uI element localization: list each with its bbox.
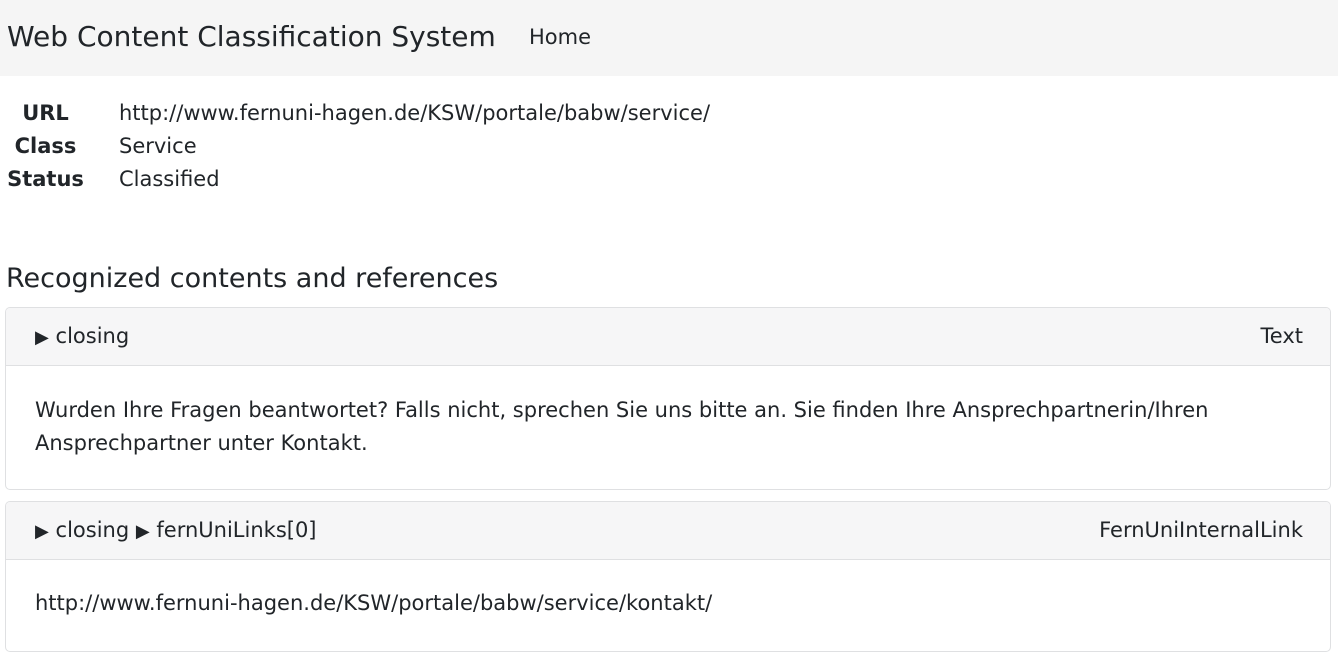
triangle-right-icon: ▶ xyxy=(35,327,49,348)
card-type-label: FernUniInternalLink xyxy=(1099,518,1303,542)
navbar: Web Content Classification System Home xyxy=(0,0,1338,76)
triangle-right-icon: ▶ xyxy=(35,521,49,542)
card-path: ▶ closing ▶ fernUniLinks[0] xyxy=(35,517,317,545)
card-header: ▶ closing ▶ fernUniLinks[0] FernUniInter… xyxy=(6,502,1330,560)
meta-class-value: Service xyxy=(119,134,197,158)
meta-status-value: Classified xyxy=(119,167,220,191)
path-segment: closing xyxy=(55,324,130,348)
section-title: Recognized contents and references xyxy=(6,263,499,294)
meta-url-label: URL xyxy=(22,101,69,125)
meta-status-label: Status xyxy=(7,167,84,191)
card-body: http://www.fernuni-hagen.de/KSW/portale/… xyxy=(35,591,713,615)
meta-url-value: http://www.fernuni-hagen.de/KSW/portale/… xyxy=(119,101,711,125)
meta-class-label: Class xyxy=(14,134,77,158)
card-type-label: Text xyxy=(1260,324,1303,348)
card-body: Wurden Ihre Fragen beantwortet? Falls ni… xyxy=(35,398,1209,455)
triangle-right-icon: ▶ xyxy=(135,521,150,542)
card-path: ▶ closing xyxy=(35,323,129,351)
content-card: ▶ closing ▶ fernUniLinks[0] FernUniInter… xyxy=(5,501,1331,652)
path-segment: fernUniLinks[0] xyxy=(156,518,317,542)
nav-home-link[interactable]: Home xyxy=(529,24,591,50)
content-card: ▶ closing Text Wurden Ihre Fragen beantw… xyxy=(5,307,1331,490)
card-header: ▶ closing Text xyxy=(6,308,1330,366)
app-brand-title[interactable]: Web Content Classification System xyxy=(7,19,496,55)
path-segment: closing xyxy=(55,518,130,542)
